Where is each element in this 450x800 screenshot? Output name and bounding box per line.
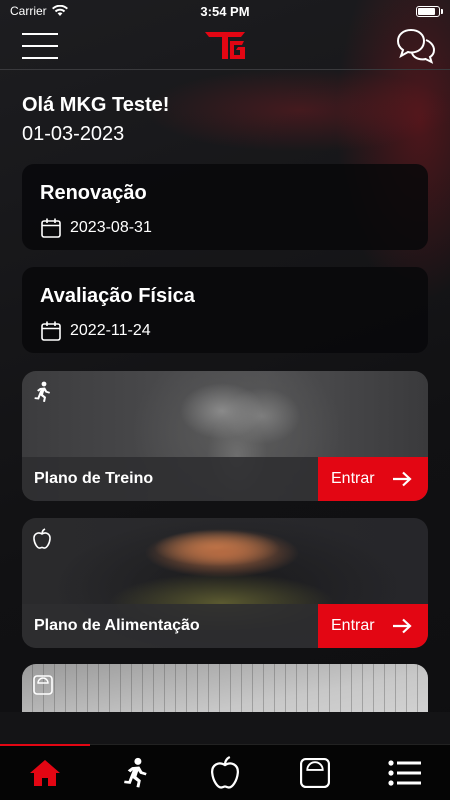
tab-avaliacao[interactable] bbox=[270, 745, 360, 800]
hamburger-menu-icon[interactable] bbox=[22, 30, 58, 62]
apple-icon bbox=[211, 755, 239, 789]
battery-icon bbox=[416, 6, 443, 17]
tab-alimentacao[interactable] bbox=[180, 745, 270, 800]
plan-label: Plano de Alimentação bbox=[34, 617, 200, 634]
wifi-icon bbox=[51, 5, 68, 16]
arrow-right-icon bbox=[393, 618, 412, 634]
card-date: 2022-11-24 bbox=[70, 322, 151, 339]
renovacao-card[interactable]: Renovação 2023-08-31 bbox=[22, 164, 428, 250]
calendar-icon bbox=[41, 321, 61, 341]
card-title: Avaliação Física bbox=[40, 285, 195, 307]
plano-alimentacao-card[interactable]: Plano de Alimentação Entrar bbox=[22, 518, 428, 648]
home-icon bbox=[30, 759, 60, 786]
carrier-label: Carrier bbox=[10, 4, 47, 18]
runner-icon bbox=[124, 757, 147, 788]
greeting-text: Olá MKG Teste! bbox=[22, 94, 170, 116]
card-date: 2023-08-31 bbox=[70, 219, 152, 236]
entrar-label: Entrar bbox=[331, 617, 375, 634]
bottom-nav bbox=[0, 744, 450, 800]
plano-treino-card[interactable]: Plano de Treino Entrar bbox=[22, 371, 428, 501]
list-icon bbox=[388, 759, 421, 786]
top-bar bbox=[0, 22, 450, 70]
status-bar: Carrier 3:54 PM bbox=[0, 0, 450, 22]
tab-home[interactable] bbox=[0, 744, 90, 800]
scale-icon bbox=[300, 757, 330, 788]
arrow-right-icon bbox=[393, 471, 412, 487]
calendar-icon bbox=[41, 218, 61, 238]
runner-icon bbox=[34, 381, 50, 402]
card-title: Renovação bbox=[40, 182, 147, 204]
entrar-button[interactable]: Entrar bbox=[318, 604, 428, 648]
tab-mais[interactable] bbox=[360, 745, 450, 800]
apple-icon bbox=[33, 528, 51, 549]
today-date: 01-03-2023 bbox=[22, 123, 125, 145]
tg-logo-icon bbox=[205, 32, 245, 59]
avaliacao-fisica-card[interactable]: Avaliação Física 2022-11-24 bbox=[22, 267, 428, 353]
entrar-label: Entrar bbox=[331, 470, 375, 487]
entrar-button[interactable]: Entrar bbox=[318, 457, 428, 501]
scale-icon bbox=[33, 675, 53, 695]
chat-bubbles-icon[interactable] bbox=[396, 26, 436, 66]
tab-treino[interactable] bbox=[90, 745, 180, 800]
plan-label: Plano de Treino bbox=[34, 470, 154, 487]
